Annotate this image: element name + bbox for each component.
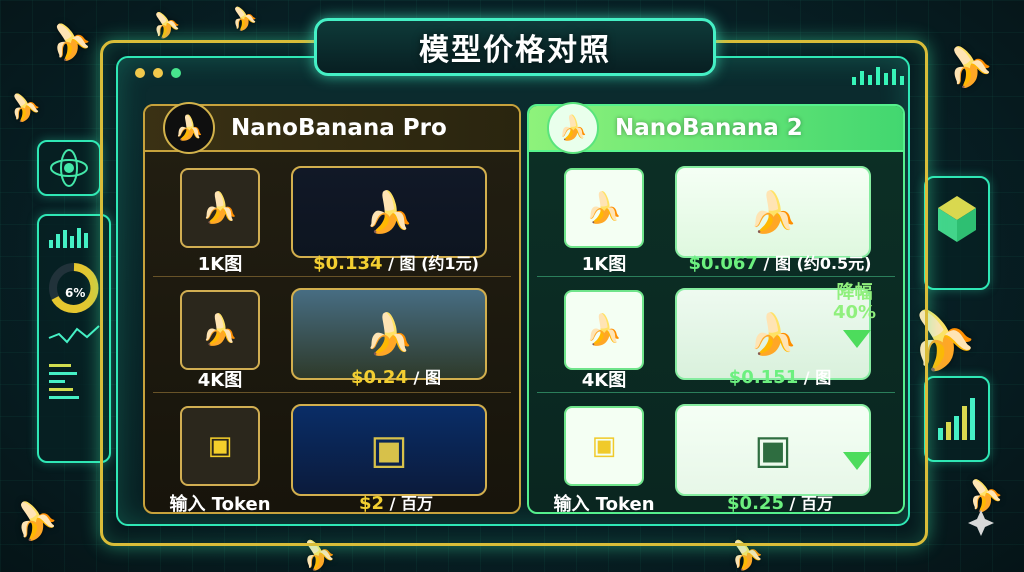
cube-icon	[938, 196, 976, 242]
status-dot	[153, 68, 163, 78]
sparkle-icon	[968, 510, 994, 536]
row-price: $0.067 / 图 (约0.5元)	[675, 250, 885, 274]
row-label: 1K图	[197, 254, 243, 275]
top-right-bars-icon	[852, 67, 904, 85]
model-name: NanoBanana Pro	[231, 115, 447, 141]
divider	[537, 392, 895, 393]
product-image: 🍌	[291, 166, 487, 258]
atom-widget	[37, 140, 101, 196]
discount-label: 降幅 40%	[833, 283, 876, 323]
divider	[153, 276, 511, 277]
panel-nanobanana-pro: 🍌 NanoBanana Pro 🍌 🍌 1K图 $0.134 / 图 (约1元…	[143, 102, 521, 515]
chip-image: ▣	[291, 404, 487, 496]
row-price: $2 / 百万	[291, 490, 501, 514]
status-dot	[135, 68, 145, 78]
row-price: $0.151 / 图	[675, 364, 885, 388]
price-suffix: / 百万	[783, 494, 833, 513]
panel-header: 🍌 NanoBanana Pro	[145, 102, 519, 154]
banana-icon: 🍌	[547, 102, 599, 154]
price-row-1k: 🍌 🍌 1K图 $0.067 / 图 (约0.5元)	[529, 154, 903, 275]
stats-chart-icon	[48, 228, 100, 399]
price-suffix: / 百万	[384, 494, 434, 513]
discount-label-line2: 40%	[833, 302, 877, 323]
model-name: NanoBanana 2	[615, 115, 803, 141]
price-value: $0.134	[313, 253, 383, 274]
banana-icon: 🍌	[180, 168, 260, 248]
row-price: $0.25 / 百万	[675, 490, 885, 514]
row-label: 1K图	[581, 254, 627, 275]
down-arrow-icon	[843, 330, 871, 348]
window-dots	[135, 68, 181, 78]
price-value: $0.25	[727, 493, 784, 514]
row-label: 4K图	[581, 370, 627, 391]
divider	[537, 276, 895, 277]
row-label: 输入 Token	[169, 494, 271, 515]
banana-icon: 🍌	[163, 102, 215, 154]
banana-icon: 🍌	[564, 290, 644, 370]
divider	[153, 392, 511, 393]
price-suffix: / 图 (约0.5元)	[757, 254, 872, 273]
price-value: $0.24	[351, 367, 408, 388]
price-row-token: ▣ ▣ 输入 Token $2 / 百万	[145, 392, 519, 515]
chip-icon: ▣	[564, 406, 644, 486]
bar-chart-icon	[938, 398, 975, 440]
price-value: $2	[358, 493, 385, 514]
banana-icon: 🍌	[180, 290, 260, 370]
status-dot	[171, 68, 181, 78]
discount-label-line1: 降幅	[836, 282, 873, 303]
price-row-1k: 🍌 🍌 1K图 $0.134 / 图 (约1元)	[145, 154, 519, 275]
chip-icon: ▣	[180, 406, 260, 486]
price-row-4k: 🍌 🍌 4K图 $0.24 / 图	[145, 276, 519, 396]
right-cube-widget	[924, 176, 990, 290]
price-value: $0.067	[688, 253, 758, 274]
row-label: 输入 Token	[553, 494, 655, 515]
page-title: 模型价格对照	[419, 33, 611, 68]
row-label: 4K图	[197, 370, 243, 391]
panel-header: 🍌 NanoBanana 2	[529, 102, 903, 154]
down-arrow-icon	[843, 452, 871, 470]
comparison-scene: 🍌 🍌 🍌 🍌 🍌 🍌 🍌 🍌 🍌 🍌 6% 模型价格对照 🍌 NanoBana…	[0, 0, 1024, 572]
price-suffix: / 图 (约1元)	[382, 254, 479, 273]
gauge-value: 6%	[65, 286, 86, 300]
price-value: $0.151	[728, 367, 799, 388]
right-bars-widget	[924, 376, 990, 462]
chip-image: ▣	[675, 404, 871, 496]
banana-icon: 🍌	[564, 168, 644, 248]
row-price: $0.134 / 图 (约1元)	[291, 250, 501, 274]
price-suffix: / 图	[798, 368, 832, 387]
title-plate: 模型价格对照	[314, 18, 716, 76]
atom-icon	[50, 149, 88, 187]
price-suffix: / 图	[407, 368, 441, 387]
row-price: $0.24 / 图	[291, 364, 501, 388]
product-image: 🍌	[675, 166, 871, 258]
